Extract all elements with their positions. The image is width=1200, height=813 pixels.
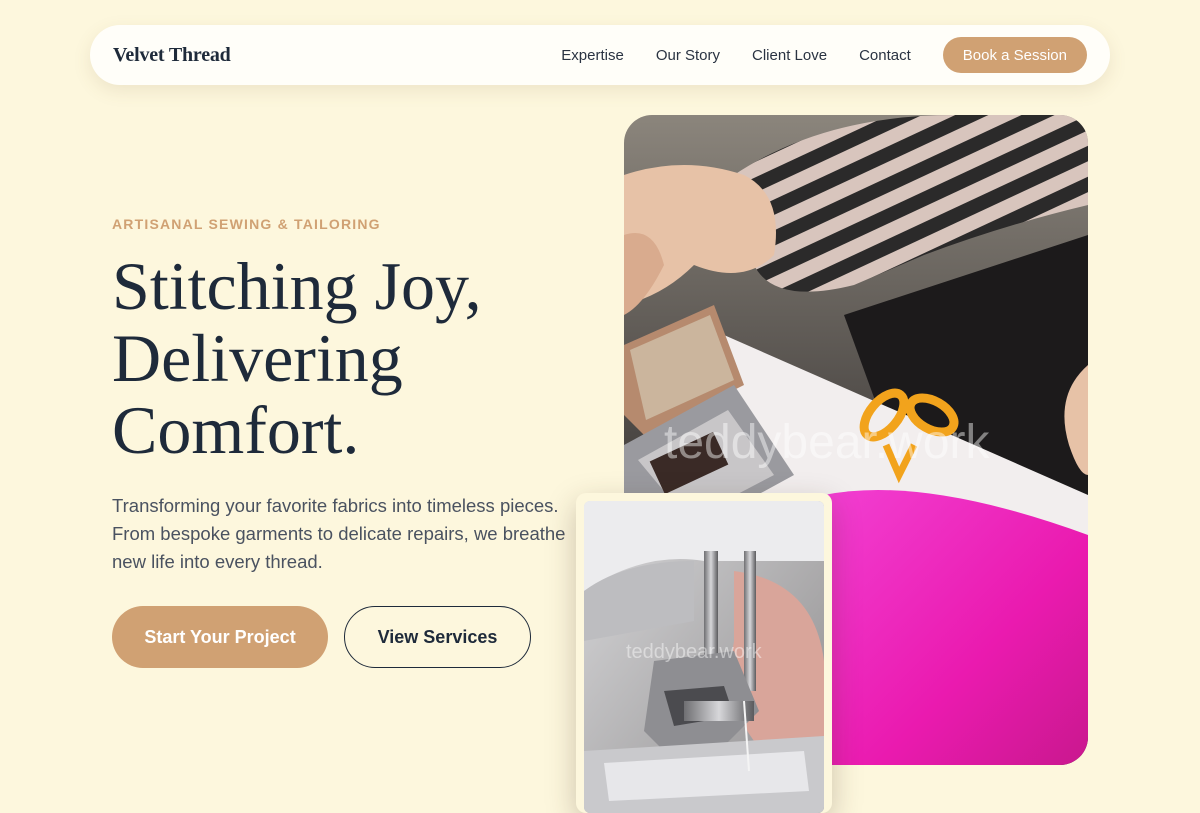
nav-links: Expertise Our Story Client Love Contact … [561, 37, 1087, 73]
hero-eyebrow: ARTISANAL SEWING & TAILORING [112, 216, 381, 232]
small-photo-watermark: teddybear.work [626, 641, 762, 663]
hero-headline: Stitching Joy, Delivering Comfort. [112, 250, 592, 466]
start-project-button[interactable]: Start Your Project [112, 606, 328, 668]
book-session-button[interactable]: Book a Session [942, 37, 1087, 73]
brand-logo[interactable]: Velvet Thread [113, 44, 231, 67]
nav-link-client-love[interactable]: Client Love [752, 47, 827, 64]
hero-description: Transforming your favorite fabrics into … [112, 495, 566, 572]
sewing-machine-photo-frame: teddybear.work [576, 493, 832, 813]
headline-line-2: Delivering [112, 320, 403, 396]
nav-link-our-story[interactable]: Our Story [656, 47, 720, 64]
nav-link-contact[interactable]: Contact [859, 47, 911, 64]
main-photo-watermark: teddybear.work [664, 416, 990, 469]
top-navbar: Velvet Thread Expertise Our Story Client… [90, 25, 1110, 85]
headline-line-1: Stitching Joy, [112, 248, 482, 324]
headline-line-3: Comfort. [112, 392, 360, 468]
nav-link-expertise[interactable]: Expertise [561, 47, 624, 64]
view-services-button[interactable]: View Services [344, 606, 531, 668]
sewing-machine-photo: teddybear.work [584, 501, 824, 813]
